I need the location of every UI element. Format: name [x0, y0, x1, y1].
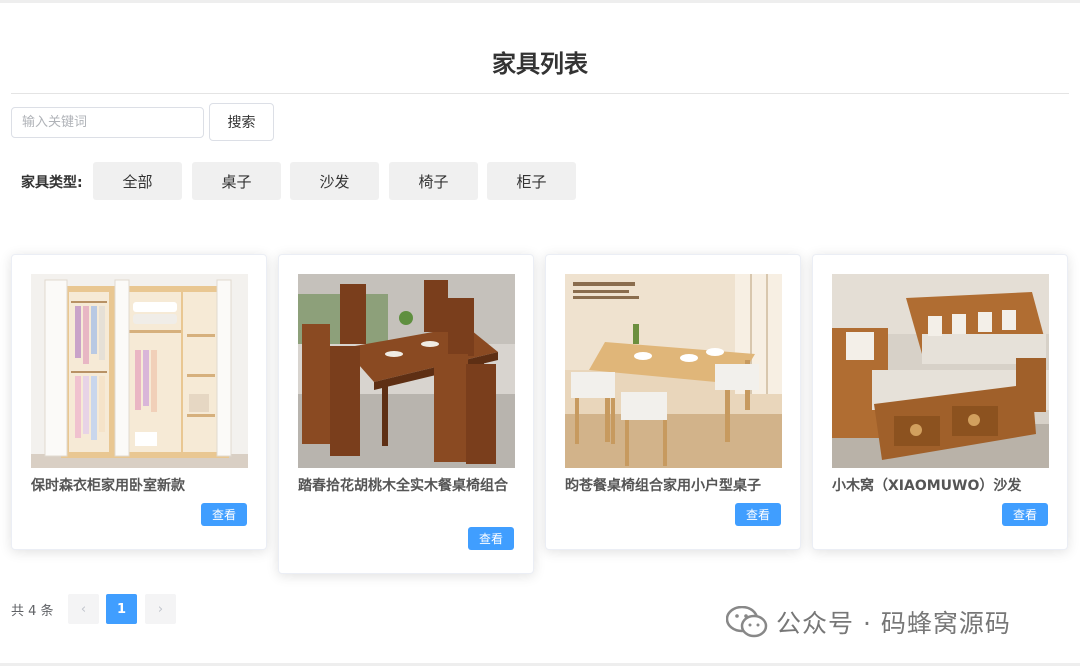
product-card: 小木窝（XIAOMUWO）沙发 查看: [812, 254, 1068, 550]
page-title: 家具列表: [492, 50, 588, 78]
pagination-total: 共 4 条: [11, 604, 54, 619]
product-card: 昀苍餐桌椅组合家用小户型桌子 查看: [545, 254, 801, 550]
search-input[interactable]: [11, 107, 204, 138]
pagination-prev-button[interactable]: ‹: [68, 594, 99, 624]
product-title: 保时森衣柜家用卧室新款: [31, 478, 185, 494]
search-button[interactable]: 搜索: [209, 103, 274, 141]
view-button[interactable]: 查看: [1002, 503, 1048, 526]
filter-all-button[interactable]: 全部: [93, 162, 182, 200]
filter-table-button[interactable]: 桌子: [192, 162, 281, 200]
title-divider: [11, 93, 1069, 94]
view-button[interactable]: 查看: [201, 503, 247, 526]
product-image: [31, 274, 248, 468]
chevron-left-icon: ‹: [80, 601, 87, 617]
product-image: [298, 274, 515, 468]
product-title: 踏春拾花胡桃木全实木餐桌椅组合: [298, 478, 508, 494]
wechat-icon: [726, 606, 768, 638]
product-image: [565, 274, 782, 468]
top-border: [0, 0, 1080, 3]
pagination-page-1[interactable]: 1: [106, 594, 137, 624]
filter-sofa-button[interactable]: 沙发: [290, 162, 379, 200]
product-image: [832, 274, 1049, 468]
product-card: 踏春拾花胡桃木全实木餐桌椅组合 查看: [278, 254, 534, 574]
product-card: 保时森衣柜家用卧室新款 查看: [11, 254, 267, 550]
view-button[interactable]: 查看: [468, 527, 514, 550]
chevron-right-icon: ›: [157, 601, 164, 617]
product-title: 小木窝（XIAOMUWO）沙发: [832, 478, 1022, 494]
watermark-text: 公众号 · 码蜂窝源码: [776, 609, 1011, 638]
pagination-next-button[interactable]: ›: [145, 594, 176, 624]
watermark: 公众号 · 码蜂窝源码: [726, 604, 1011, 640]
product-title: 昀苍餐桌椅组合家用小户型桌子: [565, 478, 761, 494]
filter-cabinet-button[interactable]: 柜子: [487, 162, 576, 200]
view-button[interactable]: 查看: [735, 503, 781, 526]
filter-label: 家具类型:: [21, 175, 83, 191]
filter-chair-button[interactable]: 椅子: [389, 162, 478, 200]
